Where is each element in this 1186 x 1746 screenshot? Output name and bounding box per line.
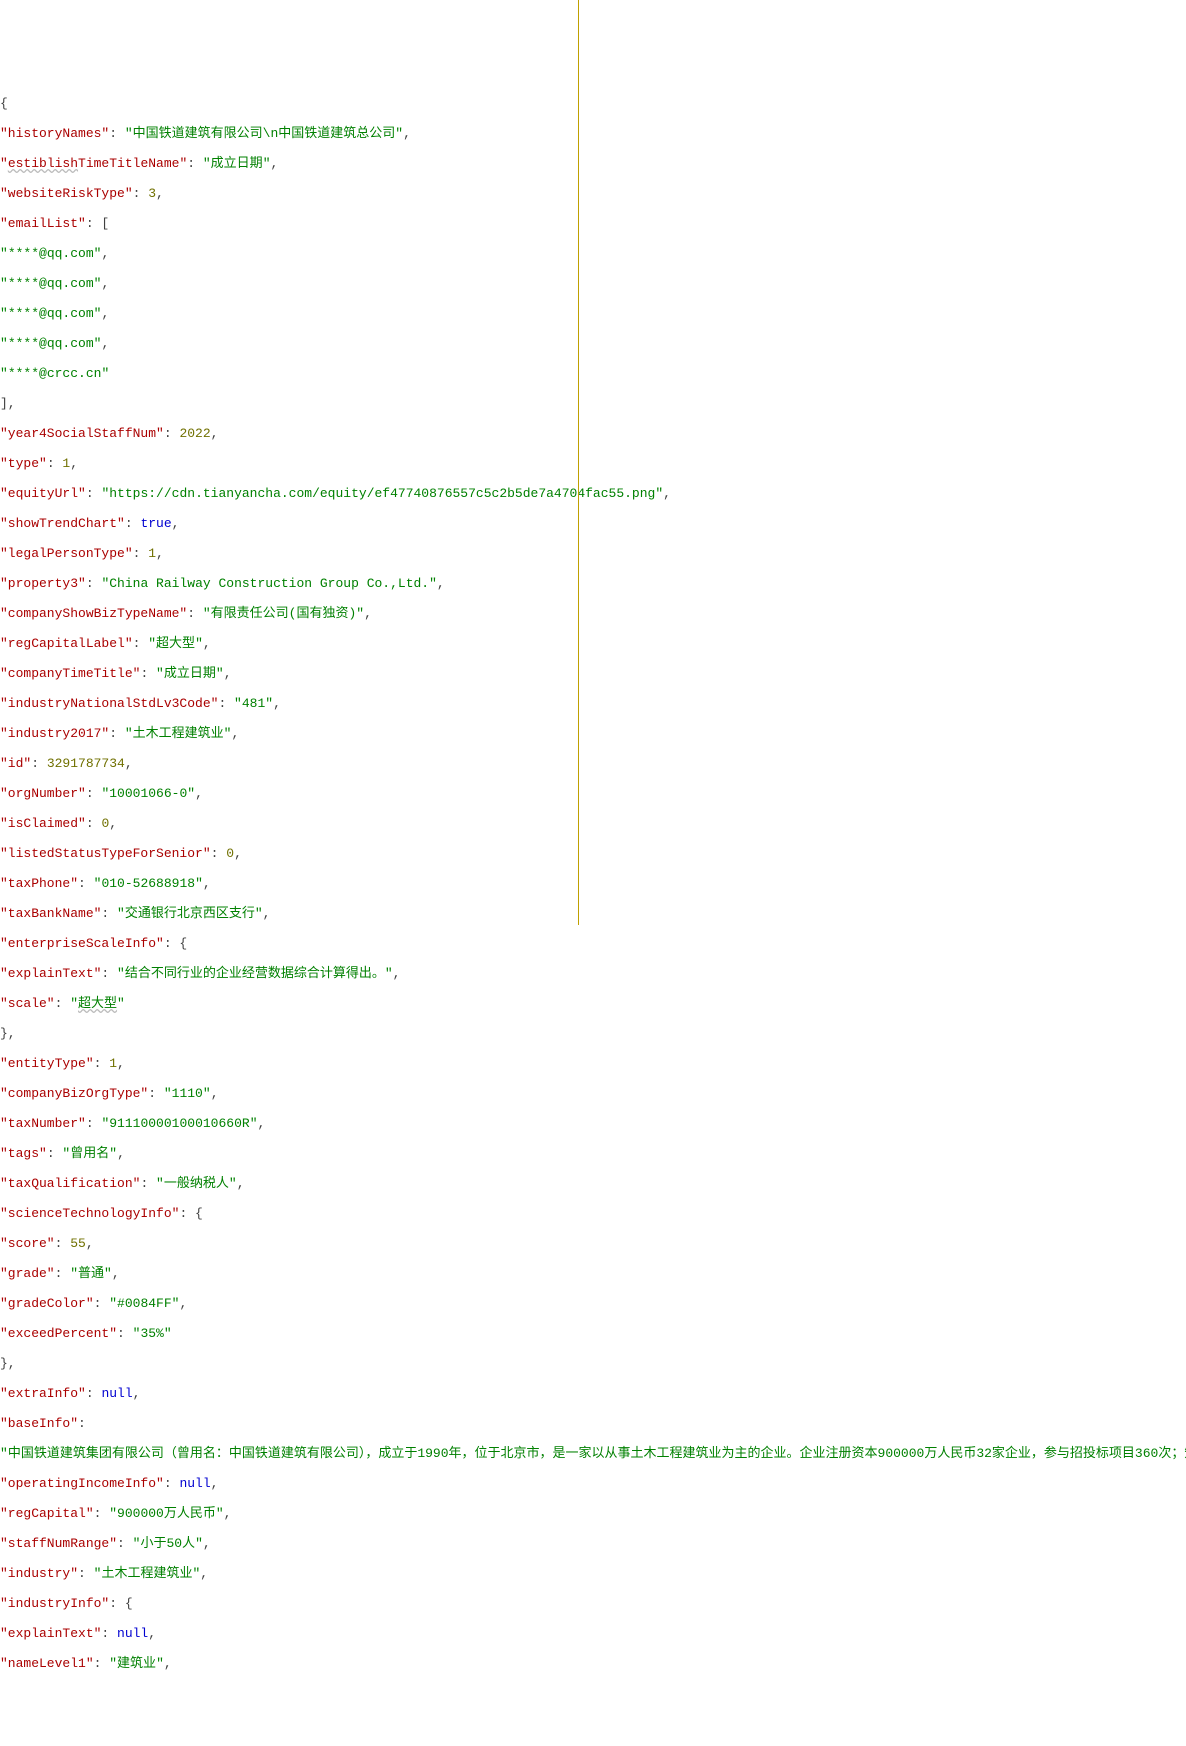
json-line: "emailList": [ [0,216,1186,231]
json-line: "nameLevel1": "建筑业", [0,1656,1186,1671]
json-line: "taxBankName": "交通银行北京西区支行", [0,906,1186,921]
json-line: "tags": "曾用名", [0,1146,1186,1161]
json-line: "regCapitalLabel": "超大型", [0,636,1186,651]
json-line: "****@qq.com", [0,306,1186,321]
json-line: "showTrendChart": true, [0,516,1186,531]
json-line: "estiblishTimeTitleName": "成立日期", [0,156,1186,171]
json-line: "historyNames": "中国铁道建筑有限公司\n中国铁道建筑总公司", [0,126,1186,141]
json-line: }, [0,1356,1186,1371]
json-line: "****@crcc.cn" [0,366,1186,381]
json-line: "explainText": "结合不同行业的企业经营数据综合计算得出。", [0,966,1186,981]
json-line: "companyShowBizTypeName": "有限责任公司(国有独资)"… [0,606,1186,621]
json-line: "****@qq.com", [0,336,1186,351]
json-line: "companyTimeTitle": "成立日期", [0,666,1186,681]
json-line: "scienceTechnologyInfo": { [0,1206,1186,1221]
json-line: "industry": "土木工程建筑业", [0,1566,1186,1581]
json-line: "exceedPercent": "35%" [0,1326,1186,1341]
json-line: "equityUrl": "https://cdn.tianyancha.com… [0,486,1186,501]
json-line: "grade": "普通", [0,1266,1186,1281]
json-line: "year4SocialStaffNum": 2022, [0,426,1186,441]
json-line: "companyBizOrgType": "1110", [0,1086,1186,1101]
json-line: "websiteRiskType": 3, [0,186,1186,201]
json-line: "operatingIncomeInfo": null, [0,1476,1186,1491]
json-line: "gradeColor": "#0084FF", [0,1296,1186,1311]
json-line: "scale": "超大型" [0,996,1186,1011]
json-line: "staffNumRange": "小于50人", [0,1536,1186,1551]
json-line: "taxQualification": "一般纳税人", [0,1176,1186,1191]
json-line: "explainText": null, [0,1626,1186,1641]
json-line: "****@qq.com", [0,246,1186,261]
json-line: "property3": "China Railway Construction… [0,576,1186,591]
json-line: "score": 55, [0,1236,1186,1251]
json-line: "extraInfo": null, [0,1386,1186,1401]
json-line: "id": 3291787734, [0,756,1186,771]
json-line: "type": 1, [0,456,1186,471]
json-line: "baseInfo": [0,1416,1186,1431]
json-line: }, [0,1026,1186,1041]
json-line: "listedStatusTypeForSenior": 0, [0,846,1186,861]
json-line: "legalPersonType": 1, [0,546,1186,561]
json-line: "industryNationalStdLv3Code": "481", [0,696,1186,711]
json-line: "regCapital": "900000万人民币", [0,1506,1186,1521]
json-line: "中国铁道建筑集团有限公司（曾用名：中国铁道建筑有限公司），成立于1990年，位… [0,1446,1186,1461]
json-line: "entityType": 1, [0,1056,1186,1071]
json-line: "industryInfo": { [0,1596,1186,1611]
json-line: "orgNumber": "10001066-0", [0,786,1186,801]
column-divider [578,0,579,925]
json-line: { [0,96,1186,111]
json-line: ], [0,396,1186,411]
json-line: "taxPhone": "010-52688918", [0,876,1186,891]
json-line: "isClaimed": 0, [0,816,1186,831]
json-line: "industry2017": "土木工程建筑业", [0,726,1186,741]
json-line: "taxNumber": "91110000100010660R", [0,1116,1186,1131]
json-line: "****@qq.com", [0,276,1186,291]
json-line: "enterpriseScaleInfo": { [0,936,1186,951]
